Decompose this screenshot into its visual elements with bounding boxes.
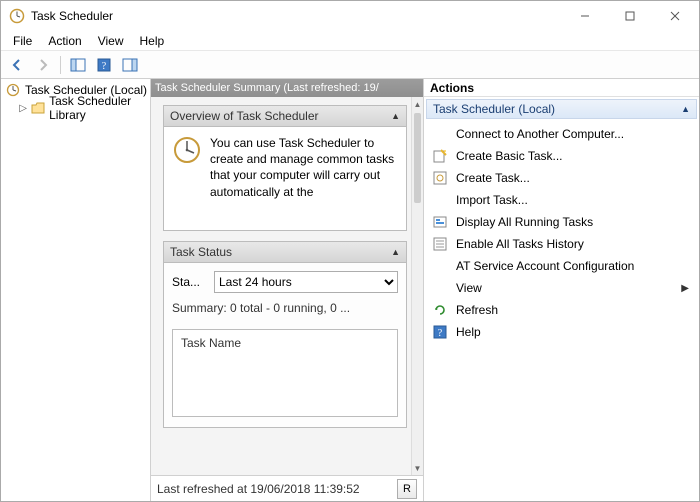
tree-pane: Task Scheduler (Local) ▷ Task Scheduler … (1, 79, 151, 501)
blank-icon (432, 280, 448, 296)
action-label: Refresh (456, 303, 498, 317)
toolbar: ? (1, 51, 699, 79)
collapse-icon: ▲ (681, 104, 690, 114)
blank-icon (432, 258, 448, 274)
status-summary: Summary: 0 total - 0 running, 0 ... (172, 301, 398, 315)
tree[interactable]: Task Scheduler (Local) ▷ Task Scheduler … (1, 79, 150, 501)
action-label: Connect to Another Computer... (456, 127, 624, 141)
back-button[interactable] (5, 54, 29, 76)
action-label: Create Basic Task... (456, 149, 563, 163)
summary-body: Overview of Task Scheduler ▲ You can use… (151, 97, 423, 475)
menu-view[interactable]: View (90, 32, 132, 50)
summary-footer: Last refreshed at 19/06/2018 11:39:52 R (151, 475, 423, 501)
overview-title: Overview of Task Scheduler (170, 109, 319, 123)
svg-text:?: ? (438, 328, 443, 339)
action-label: Import Task... (456, 193, 528, 207)
chevron-right-icon: ▶ (681, 283, 689, 294)
clock-icon (5, 82, 21, 98)
overview-text: You can use Task Scheduler to create and… (210, 135, 398, 222)
action-help[interactable]: ? Help (426, 321, 697, 343)
actions-title: Actions (424, 79, 699, 97)
task-status-body: Sta... Last 24 hours Summary: 0 total - … (163, 263, 407, 428)
minimize-button[interactable] (562, 1, 607, 31)
scroll-thumb[interactable] (414, 113, 421, 203)
window-title: Task Scheduler (31, 9, 562, 23)
status-label: Sta... (172, 275, 208, 289)
action-display-running[interactable]: Display All Running Tasks (426, 211, 697, 233)
action-import-task[interactable]: Import Task... (426, 189, 697, 211)
summary-header: Task Scheduler Summary (Last refreshed: … (151, 79, 423, 97)
action-label: Create Task... (456, 171, 530, 185)
task-icon (432, 170, 448, 186)
help-icon: ? (432, 324, 448, 340)
menu-file[interactable]: File (5, 32, 40, 50)
tree-library-label: Task Scheduler Library (49, 94, 148, 122)
actions-subhead-label: Task Scheduler (Local) (433, 102, 555, 116)
body: Task Scheduler (Local) ▷ Task Scheduler … (1, 79, 699, 501)
task-scheduler-window: Task Scheduler File Action View Help ? T… (0, 0, 700, 502)
menu-action[interactable]: Action (40, 32, 89, 50)
refresh-button-small[interactable]: R (397, 479, 417, 499)
status-range-select[interactable]: Last 24 hours (214, 271, 398, 293)
folder-icon (31, 100, 45, 116)
action-view[interactable]: View ▶ (426, 277, 697, 299)
action-at-service[interactable]: AT Service Account Configuration (426, 255, 697, 277)
summary-scroll-area: Overview of Task Scheduler ▲ You can use… (159, 97, 411, 475)
running-tasks-icon (432, 214, 448, 230)
action-create-task[interactable]: Create Task... (426, 167, 697, 189)
wizard-icon (432, 148, 448, 164)
forward-button[interactable] (31, 54, 55, 76)
actions-list: Connect to Another Computer... Create Ba… (424, 121, 699, 501)
action-enable-history[interactable]: Enable All Tasks History (426, 233, 697, 255)
refresh-icon (432, 302, 448, 318)
tree-library[interactable]: ▷ Task Scheduler Library (3, 99, 148, 117)
help-button[interactable]: ? (92, 54, 116, 76)
status-filter-row: Sta... Last 24 hours (172, 269, 398, 295)
blank-icon (432, 192, 448, 208)
menu-help[interactable]: Help (132, 32, 173, 50)
action-label: AT Service Account Configuration (456, 259, 634, 273)
caret-right-icon[interactable]: ▷ (19, 103, 27, 114)
task-status-title: Task Status (170, 245, 232, 259)
summary-pane: Task Scheduler Summary (Last refreshed: … (151, 79, 424, 501)
last-refreshed-text: Last refreshed at 19/06/2018 11:39:52 (157, 482, 391, 496)
task-list-box[interactable]: Task Name (172, 329, 398, 417)
svg-text:?: ? (102, 61, 107, 72)
overview-body: You can use Task Scheduler to create and… (163, 127, 407, 231)
titlebar: Task Scheduler (1, 1, 699, 31)
task-status-header[interactable]: Task Status ▲ (163, 241, 407, 263)
action-label: View (456, 281, 482, 295)
actions-subhead[interactable]: Task Scheduler (Local) ▲ (426, 99, 697, 119)
action-create-basic-task[interactable]: Create Basic Task... (426, 145, 697, 167)
scroll-up-icon[interactable]: ▲ (412, 97, 423, 111)
action-label: Display All Running Tasks (456, 215, 593, 229)
show-hide-tree-button[interactable] (66, 54, 90, 76)
history-icon (432, 236, 448, 252)
overview-clock-icon (172, 135, 202, 165)
maximize-button[interactable] (607, 1, 652, 31)
task-name-header: Task Name (181, 336, 241, 350)
toolbar-separator (60, 56, 61, 74)
app-clock-icon (9, 8, 25, 24)
action-refresh[interactable]: Refresh (426, 299, 697, 321)
collapse-icon: ▲ (391, 247, 400, 257)
show-hide-action-pane-button[interactable] (118, 54, 142, 76)
scroll-down-icon[interactable]: ▼ (412, 461, 423, 475)
actions-pane: Actions Task Scheduler (Local) ▲ Connect… (424, 79, 699, 501)
action-label: Enable All Tasks History (456, 237, 584, 251)
vertical-scrollbar[interactable]: ▲ ▼ (411, 97, 423, 475)
close-button[interactable] (652, 1, 697, 31)
collapse-icon: ▲ (391, 111, 400, 121)
overview-header[interactable]: Overview of Task Scheduler ▲ (163, 105, 407, 127)
menubar: File Action View Help (1, 31, 699, 51)
blank-icon (432, 126, 448, 142)
action-connect-computer[interactable]: Connect to Another Computer... (426, 123, 697, 145)
action-label: Help (456, 325, 481, 339)
